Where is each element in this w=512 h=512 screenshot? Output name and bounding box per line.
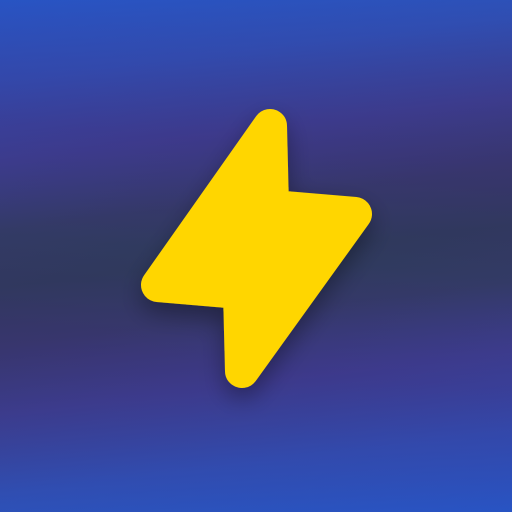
app-icon-background: [0, 0, 512, 512]
lightning-bolt-icon: [141, 109, 372, 388]
lightning-bolt-shape: [141, 109, 372, 388]
